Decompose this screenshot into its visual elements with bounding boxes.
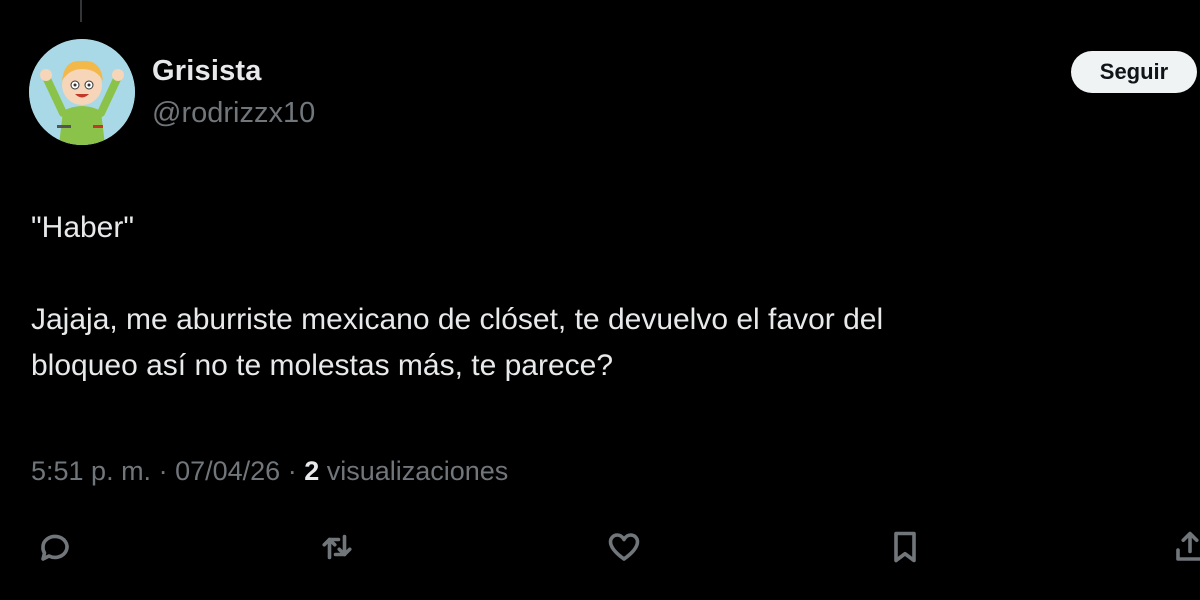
like-icon <box>608 533 640 561</box>
views-count: 2 <box>304 456 320 486</box>
follow-button[interactable]: Seguir <box>1071 51 1197 93</box>
reply-button[interactable] <box>30 522 80 572</box>
retweet-button[interactable] <box>312 522 362 572</box>
meta-separator: · <box>151 456 176 486</box>
tweet: Grisista @rodrizzx10 Seguir "Haber" Jaja… <box>0 0 1200 600</box>
tweet-text-line: Jajaja, me aburriste mexicano de clóset,… <box>31 303 884 336</box>
like-button[interactable] <box>599 522 649 572</box>
tweet-time[interactable]: 5:51 p. m. <box>31 456 151 486</box>
share-icon <box>1176 531 1200 561</box>
reply-icon <box>41 534 69 561</box>
author-handle[interactable]: @rodrizzx10 <box>152 97 315 130</box>
tweet-text-line: bloqueo así no te molestas más, te parec… <box>31 349 614 382</box>
share-button[interactable] <box>1165 522 1200 572</box>
thread-line <box>80 0 82 22</box>
tweet-text-line: "Haber" <box>31 211 135 244</box>
views-label: visualizaciones <box>319 456 509 486</box>
meta-separator: · <box>280 456 305 486</box>
avatar-illustration <box>29 39 135 145</box>
action-bar <box>0 522 1200 572</box>
bookmark-icon <box>894 531 916 563</box>
bookmark-button[interactable] <box>880 522 930 572</box>
avatar[interactable] <box>29 39 135 145</box>
retweet-icon <box>322 534 352 560</box>
tweet-text: "Haber" Jajaja, me aburriste mexicano de… <box>31 205 1131 389</box>
author-display-name[interactable]: Grisista <box>152 55 262 88</box>
tweet-date[interactable]: 07/04/26 <box>175 456 280 486</box>
tweet-meta: 5:51 p. m. · 07/04/26 · 2 visualizacione… <box>31 456 508 487</box>
